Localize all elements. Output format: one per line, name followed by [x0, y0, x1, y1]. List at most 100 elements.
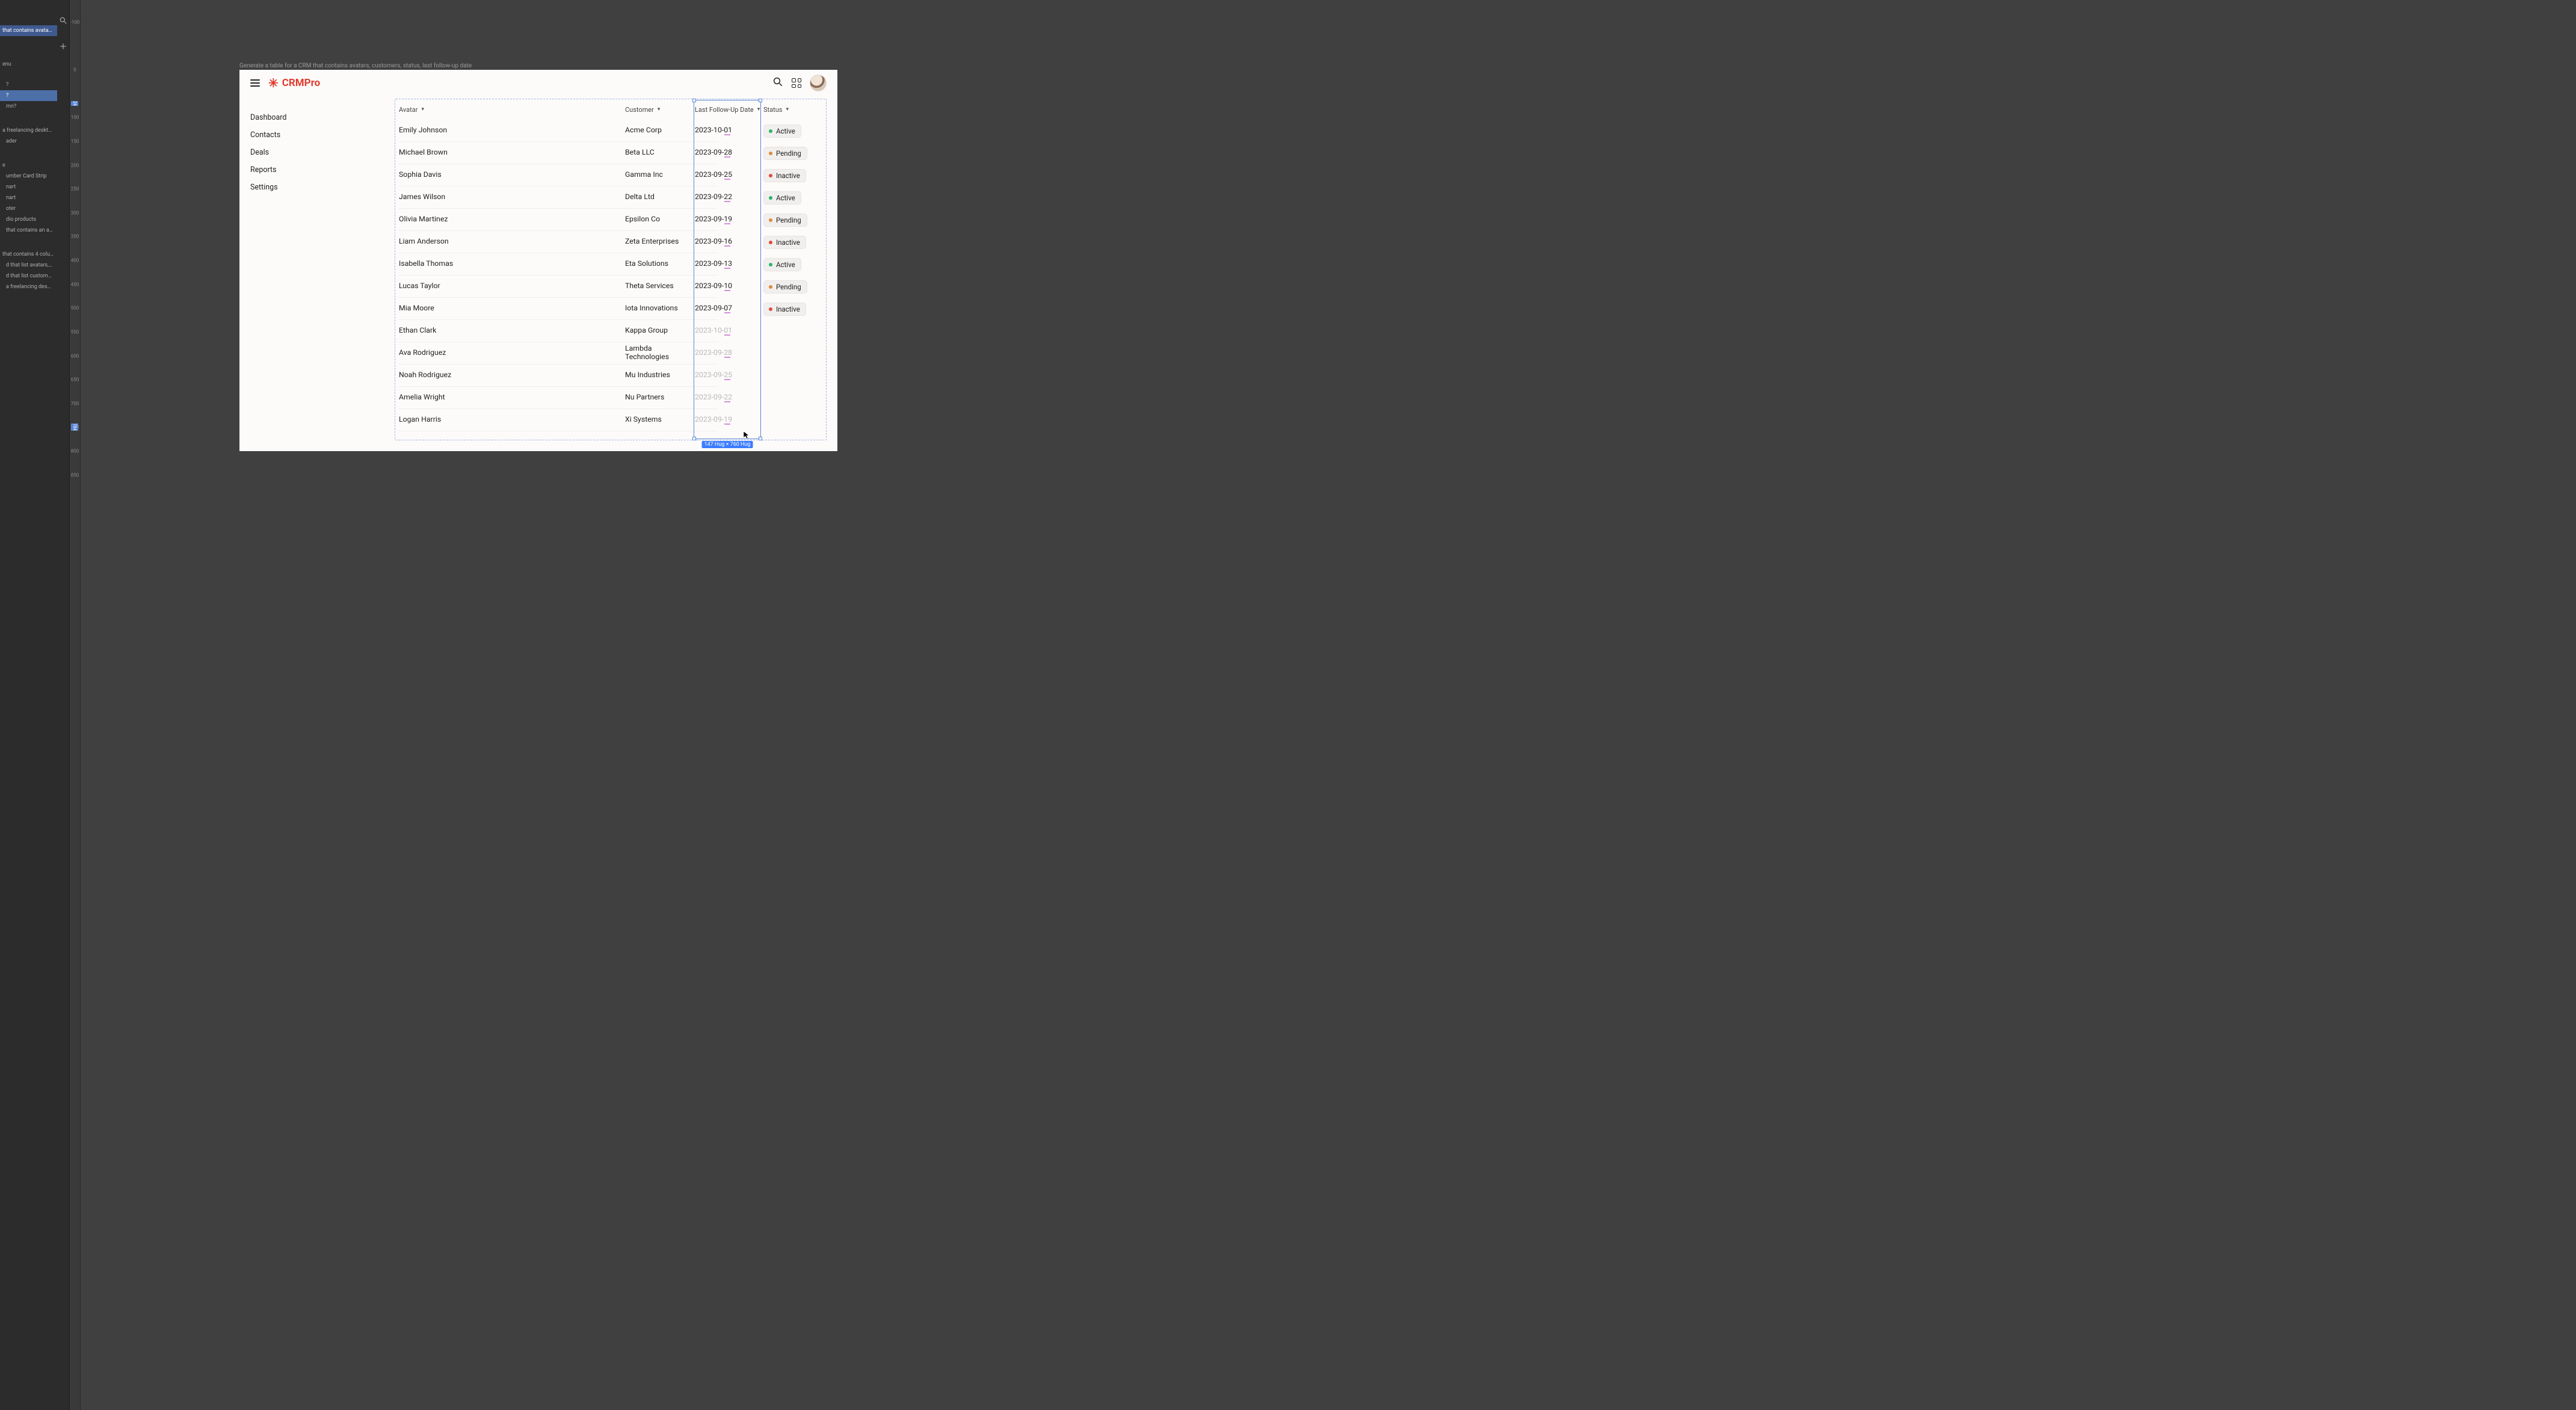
- caret-down-icon: ▾: [757, 106, 760, 112]
- layer-item[interactable]: ?: [0, 79, 57, 90]
- layer-item[interactable]: nart: [0, 182, 57, 192]
- layer-item[interactable]: [0, 112, 57, 117]
- frame-height-marker: 784: [71, 423, 78, 431]
- layers-panel: that contains avatars, c…enu??mn?a freel…: [0, 0, 70, 1410]
- cell-date: 2023-09-19: [694, 416, 761, 424]
- cell-date: 2023-09-25: [694, 171, 761, 179]
- nav-item-contacts[interactable]: Contacts: [250, 129, 383, 141]
- cell-status: Active: [761, 257, 800, 271]
- layer-item[interactable]: that contains an avatar,…: [0, 225, 57, 236]
- table-row[interactable]: Liam AndersonZeta Enterprises2023-09-16I…: [395, 231, 826, 253]
- table-row[interactable]: Logan HarrisXi Systems2023-09-19: [395, 409, 826, 431]
- column-header-customer[interactable]: Customer ▾: [624, 106, 694, 114]
- app-body: Dashboard Contacts Deals Reports Settings Av…: [239, 96, 837, 451]
- cell-customer: Mu Industries: [624, 371, 694, 380]
- table-row[interactable]: Michael BrownBeta LLC2023-09-28Pending: [395, 142, 826, 164]
- apps-grid-icon[interactable]: [792, 78, 801, 88]
- table-row[interactable]: James WilsonDelta Ltd2023-09-22Active: [395, 186, 826, 208]
- table-row[interactable]: Isabella ThomasEta Solutions2023-09-13Ac…: [395, 253, 826, 275]
- table-row[interactable]: Noah RodriguezMu Industries2023-09-25: [395, 365, 826, 386]
- status-dot-icon: [769, 129, 772, 133]
- design-canvas[interactable]: -100010015020025030035040045050055060065…: [70, 0, 2576, 1410]
- table-row[interactable]: Ethan ClarkKappa Group2023-10-01: [395, 320, 826, 342]
- nav-item-deals[interactable]: Deals: [250, 147, 383, 158]
- cell-date: 2023-10-01: [694, 327, 761, 335]
- cell-name: Liam Anderson: [395, 238, 624, 246]
- crm-table: Avatar ▾ Customer ▾ Last Follow-Up Date …: [395, 99, 827, 440]
- layer-item[interactable]: [0, 236, 57, 241]
- layer-item[interactable]: e: [0, 160, 57, 171]
- column-header-avatar[interactable]: Avatar ▾: [395, 106, 624, 114]
- status-text: Inactive: [776, 171, 800, 180]
- layer-item[interactable]: a freelancing desktop ap…: [0, 282, 57, 292]
- layer-item[interactable]: d that list avatars, custo…: [0, 260, 57, 271]
- search-icon[interactable]: [772, 76, 783, 90]
- layer-item[interactable]: ?: [0, 90, 57, 101]
- cell-date: 2023-09-25: [694, 371, 761, 380]
- cell-customer: Beta LLC: [624, 149, 694, 157]
- layer-item[interactable]: [0, 54, 57, 59]
- status-badge: Pending: [763, 147, 807, 160]
- cell-date: 2023-09-28: [694, 149, 761, 157]
- vertical-ruler: -100010015020025030035040045050055060065…: [70, 0, 81, 1410]
- cell-status: Pending: [761, 213, 800, 227]
- table-row[interactable]: Emily JohnsonAcme Corp2023-10-01Active: [395, 120, 826, 141]
- layer-item[interactable]: that contains avatars, c…: [0, 25, 57, 36]
- layer-item[interactable]: oter: [0, 203, 57, 214]
- layer-item[interactable]: [0, 41, 57, 46]
- layer-item[interactable]: nart: [0, 192, 57, 203]
- cell-customer: Xi Systems: [624, 416, 694, 424]
- layer-item[interactable]: [0, 16, 57, 20]
- nav-item-reports[interactable]: Reports: [250, 164, 383, 176]
- ruler-tick: 400: [70, 258, 80, 263]
- ruler-tick: 700: [70, 401, 80, 406]
- add-icon[interactable]: [59, 42, 67, 53]
- search-icon[interactable]: [59, 16, 67, 27]
- user-avatar[interactable]: [810, 75, 827, 91]
- table-row[interactable]: Olivia MartinezEpsilon Co2023-09-19Pendi…: [395, 209, 826, 230]
- nav-item-settings[interactable]: Settings: [250, 182, 383, 193]
- cell-status: Active: [761, 124, 800, 138]
- table-row[interactable]: Lucas TaylorTheta Services2023-09-10Pend…: [395, 276, 826, 297]
- layer-item[interactable]: d that list customers, pa…: [0, 271, 57, 282]
- layer-item[interactable]: enu: [0, 59, 57, 70]
- layer-item[interactable]: that contains 4 column…: [0, 249, 57, 260]
- cell-date: 2023-09-10: [694, 282, 761, 291]
- table-row[interactable]: Amelia WrightNu Partners2023-09-22: [395, 387, 826, 408]
- caret-down-icon: ▾: [658, 106, 661, 112]
- nav-item-dashboard[interactable]: Dashboard: [250, 112, 383, 123]
- layer-item[interactable]: [0, 70, 57, 75]
- layer-item[interactable]: [0, 147, 57, 152]
- status-dot-icon: [769, 307, 772, 311]
- layer-item[interactable]: [0, 75, 57, 79]
- table-row[interactable]: Mia MooreIota Innovations2023-09-07Inact…: [395, 298, 826, 319]
- column-header-status[interactable]: Status ▾: [761, 106, 800, 114]
- cell-date: 2023-09-07: [694, 304, 761, 313]
- ruler-tick: 150: [70, 138, 80, 144]
- layer-item[interactable]: [0, 20, 57, 25]
- status-badge: Inactive: [763, 169, 806, 182]
- status-dot-icon: [769, 174, 772, 177]
- layer-item[interactable]: dio products: [0, 214, 57, 225]
- layer-item[interactable]: ader: [0, 136, 57, 147]
- ruler-tick: 300: [70, 210, 80, 215]
- layer-item[interactable]: [0, 36, 57, 41]
- menu-icon[interactable]: [250, 79, 260, 87]
- cell-name: Olivia Martinez: [395, 215, 624, 224]
- layer-item[interactable]: mn?: [0, 101, 57, 112]
- layer-item[interactable]: [0, 11, 57, 16]
- column-header-date[interactable]: Last Follow-Up Date ▾: [694, 106, 761, 114]
- ruler-tick: 850: [70, 472, 80, 478]
- frame-width-marker: 24: [71, 101, 78, 106]
- layer-item[interactable]: a freelancing desktop ap…: [0, 125, 57, 136]
- status-badge: Active: [763, 125, 801, 138]
- cell-customer: Zeta Enterprises: [624, 238, 694, 246]
- cell-customer: Epsilon Co: [624, 215, 694, 224]
- table-row[interactable]: Ava RodriguezLambda Technologies2023-09-…: [395, 342, 826, 364]
- cell-date: 2023-09-19: [694, 215, 761, 224]
- status-badge: Inactive: [763, 236, 806, 249]
- frame-prompt-label: Generate a table for a CRM that contains…: [239, 63, 472, 69]
- table-row[interactable]: Sophia DavisGamma Inc2023-09-25Inactive: [395, 164, 826, 186]
- cell-status: Inactive: [761, 302, 800, 316]
- layer-item[interactable]: umber Card Strip: [0, 171, 57, 182]
